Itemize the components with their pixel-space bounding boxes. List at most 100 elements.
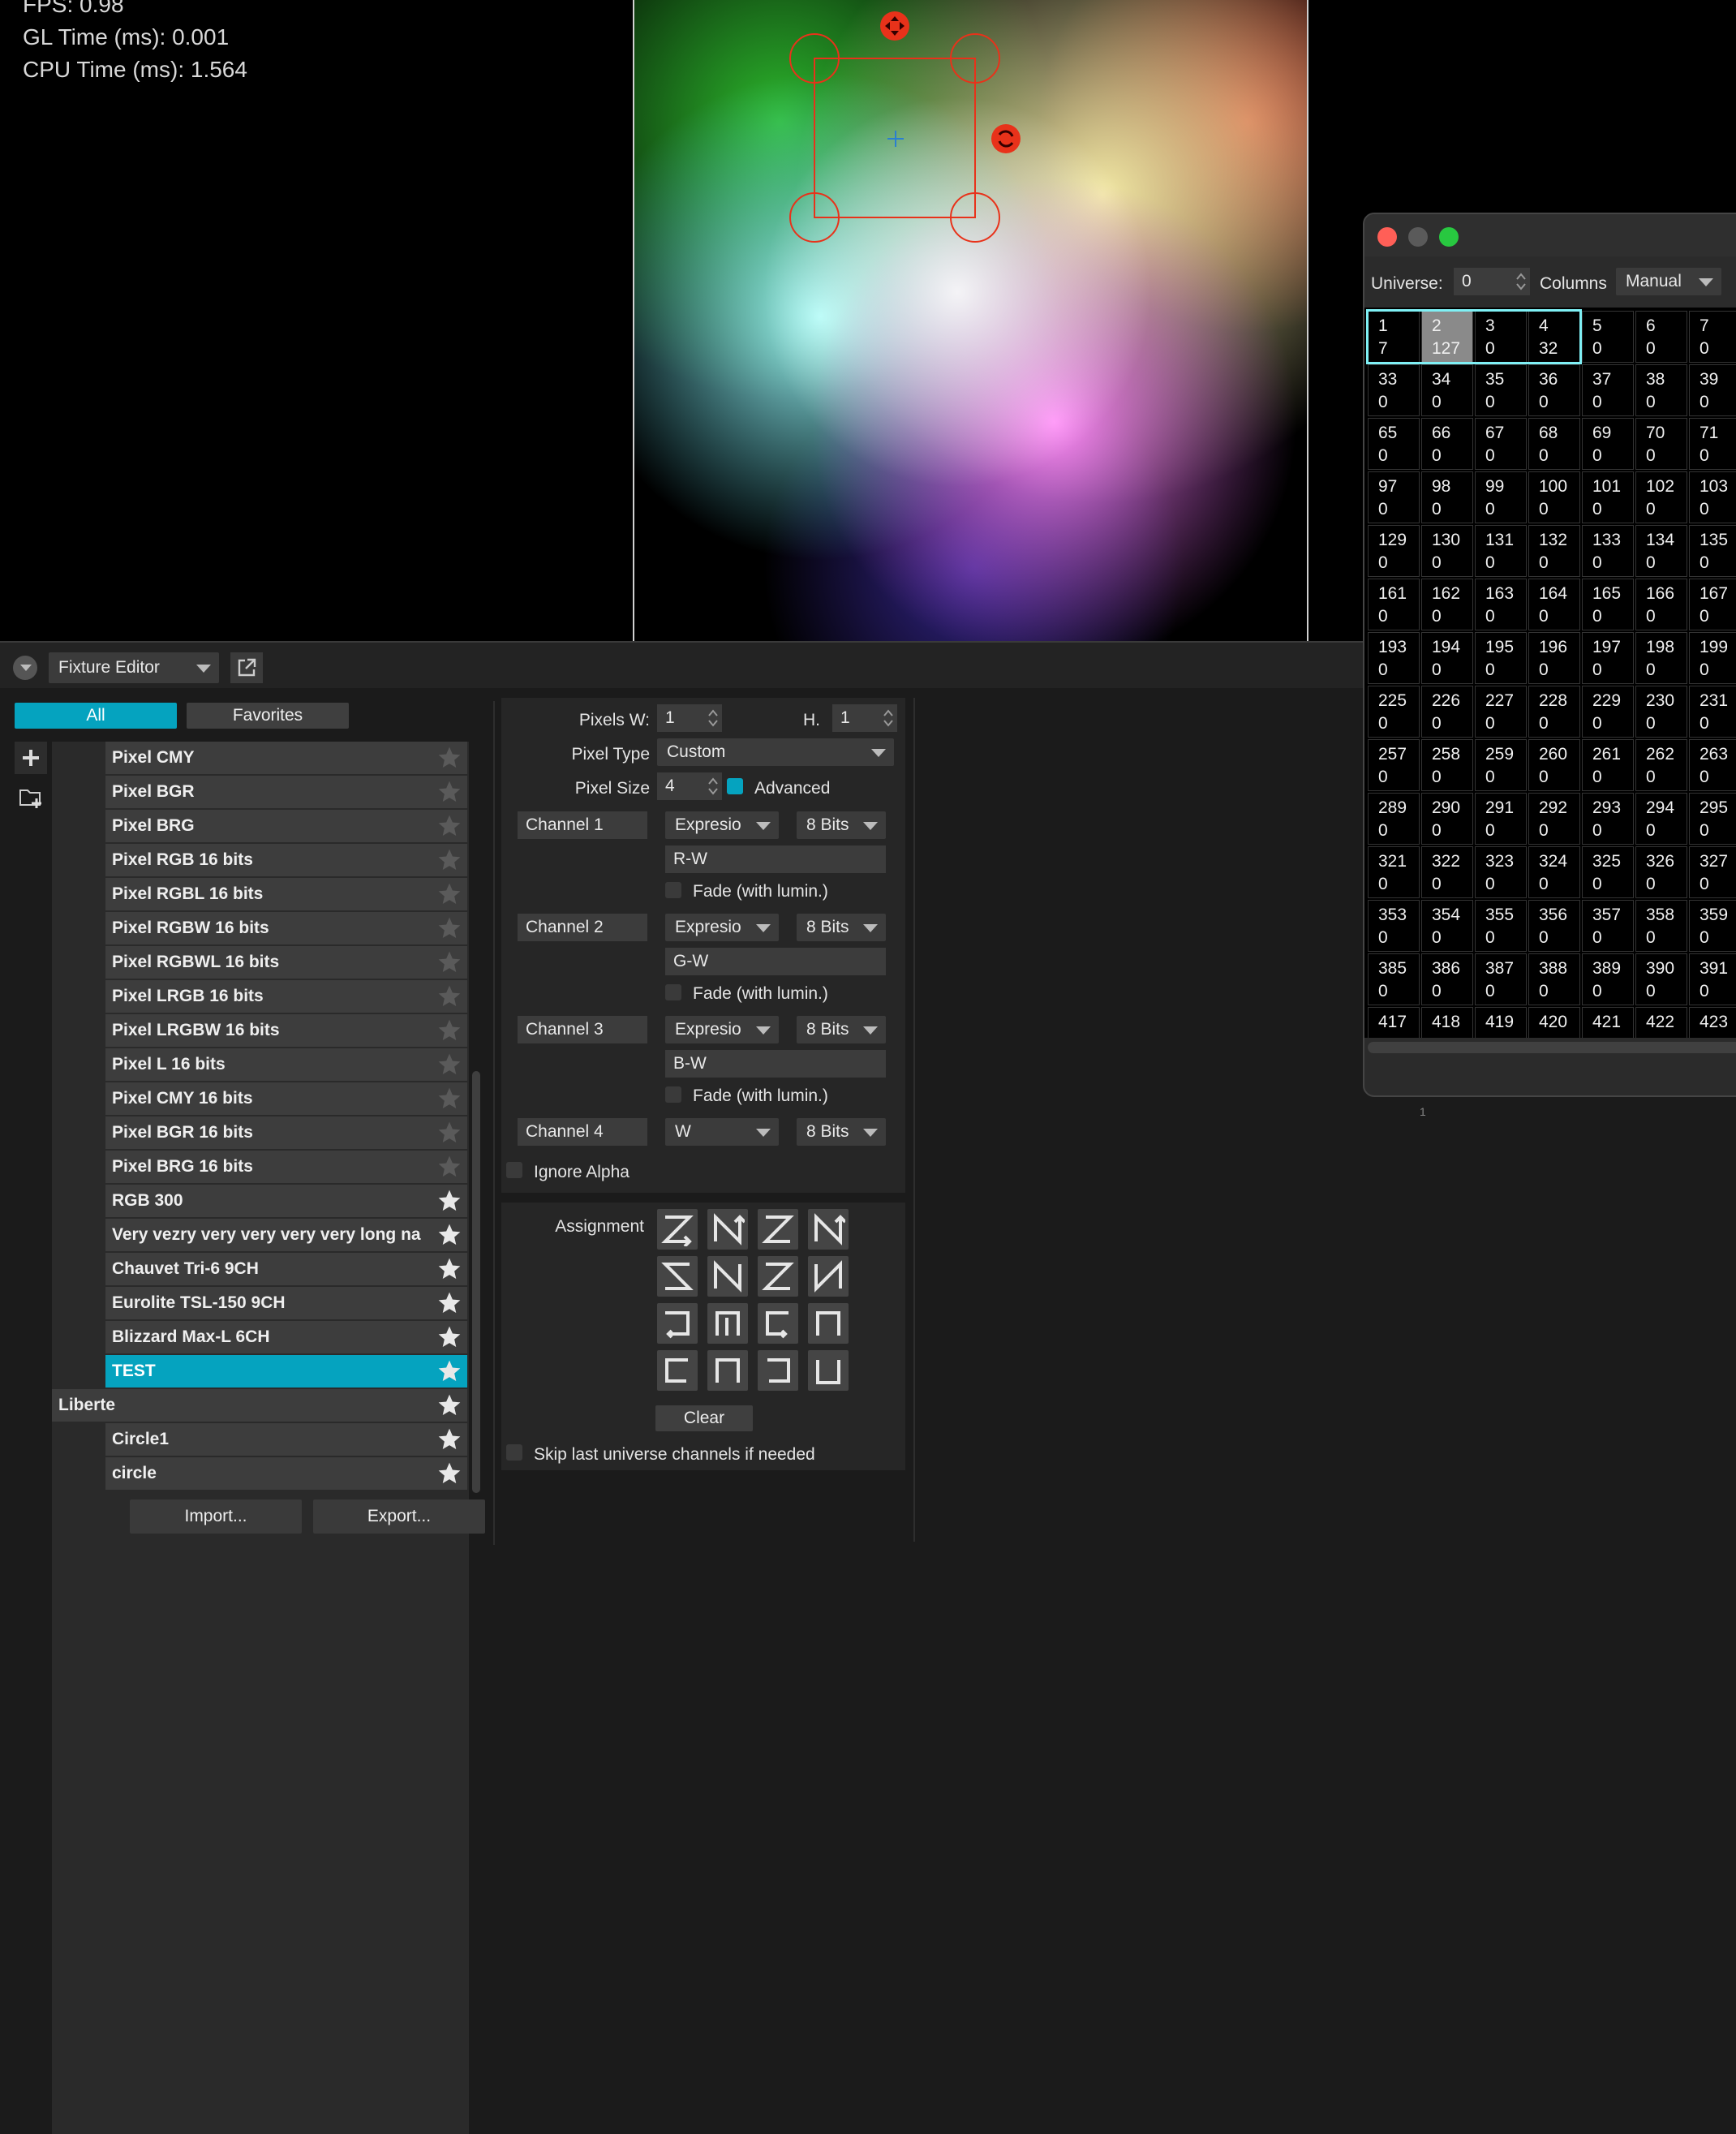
- dmx-channel-cell[interactable]: 166 0: [1635, 579, 1687, 630]
- channel-mode-select[interactable]: Expresio: [665, 811, 779, 839]
- dmx-channel-cell[interactable]: 195 0: [1475, 632, 1527, 684]
- tab-all[interactable]: All: [15, 703, 177, 729]
- dmx-channel-cell[interactable]: 261 0: [1582, 739, 1634, 791]
- dmx-channel-cell[interactable]: 194 0: [1421, 632, 1473, 684]
- add-fixture-icon[interactable]: [15, 742, 47, 774]
- dmx-channel-cell[interactable]: 2 127: [1421, 311, 1473, 363]
- export-button[interactable]: Export...: [313, 1499, 485, 1534]
- external-window-icon[interactable]: [230, 652, 263, 683]
- assign-loop-right-icon[interactable]: [758, 1350, 798, 1391]
- dmx-channel-cell[interactable]: 225 0: [1368, 686, 1420, 738]
- fade-checkbox[interactable]: [665, 882, 681, 898]
- dmx-channel-cell[interactable]: 65 0: [1368, 418, 1420, 470]
- editor-select[interactable]: Fixture Editor: [49, 652, 219, 683]
- favorite-star-icon[interactable]: [436, 1256, 462, 1282]
- assign-n-up-icon[interactable]: [707, 1209, 748, 1250]
- assign-snake-right-icon[interactable]: [657, 1303, 698, 1344]
- dmx-channel-cell[interactable]: 193 0: [1368, 632, 1420, 684]
- dmx-channel-cell[interactable]: 353 0: [1368, 900, 1420, 952]
- channel-mode-select[interactable]: Expresio: [665, 1016, 779, 1043]
- dmx-channel-cell[interactable]: 67 0: [1475, 418, 1527, 470]
- dmx-channel-cell[interactable]: 161 0: [1368, 579, 1420, 630]
- close-window-icon[interactable]: [1377, 227, 1397, 247]
- import-button[interactable]: Import...: [130, 1499, 302, 1534]
- dmx-channel-cell[interactable]: 291 0: [1475, 793, 1527, 845]
- dmx-channel-cell[interactable]: 38 0: [1635, 364, 1687, 416]
- dmx-channel-cell[interactable]: 258 0: [1421, 739, 1473, 791]
- dmx-channel-cell[interactable]: 322 0: [1421, 846, 1473, 898]
- list-item[interactable]: Pixel RGBW 16 bits: [105, 912, 467, 944]
- add-folder-icon[interactable]: [15, 781, 47, 813]
- favorite-star-icon[interactable]: [436, 779, 462, 805]
- skip-channels-checkbox[interactable]: [506, 1444, 522, 1461]
- fade-checkbox[interactable]: [665, 1086, 681, 1103]
- dmx-channel-cell[interactable]: 387 0: [1475, 953, 1527, 1005]
- dmx-channel-cell[interactable]: 323 0: [1475, 846, 1527, 898]
- dmx-channel-cell[interactable]: 36 0: [1528, 364, 1580, 416]
- dmx-channel-cell[interactable]: 295 0: [1689, 793, 1736, 845]
- dmx-channel-cell[interactable]: 388 0: [1528, 953, 1580, 1005]
- list-item[interactable]: Pixel BRG: [105, 810, 467, 842]
- channel-expression-input[interactable]: G-W: [665, 948, 886, 975]
- dmx-channel-cell[interactable]: 359 0: [1689, 900, 1736, 952]
- channel-name-field[interactable]: Channel 2: [518, 914, 647, 941]
- dmx-channel-cell[interactable]: 354 0: [1421, 900, 1473, 952]
- pixels-h-input[interactable]: 1: [832, 704, 897, 732]
- dmx-channel-cell[interactable]: 231 0: [1689, 686, 1736, 738]
- favorite-star-icon[interactable]: [436, 1086, 462, 1112]
- dmx-channel-cell[interactable]: 326 0: [1635, 846, 1687, 898]
- dmx-channel-cell[interactable]: 133 0: [1582, 525, 1634, 577]
- dmx-channel-cell[interactable]: 385 0: [1368, 953, 1420, 1005]
- favorite-star-icon[interactable]: [436, 745, 462, 771]
- list-item[interactable]: Pixel LRGBW 16 bits: [105, 1014, 467, 1047]
- dmx-channel-cell[interactable]: 422 0: [1635, 1007, 1687, 1038]
- dmx-channel-cell[interactable]: 196 0: [1528, 632, 1580, 684]
- pixels-w-input[interactable]: 1: [657, 704, 722, 732]
- dmx-channel-cell[interactable]: 199 0: [1689, 632, 1736, 684]
- assign-snake-up-icon[interactable]: [707, 1303, 748, 1344]
- dmx-channel-cell[interactable]: 259 0: [1475, 739, 1527, 791]
- dmx-channel-cell[interactable]: 230 0: [1635, 686, 1687, 738]
- list-item[interactable]: Pixel BRG 16 bits: [105, 1151, 467, 1183]
- list-item[interactable]: RGB 300: [105, 1185, 467, 1217]
- dmx-channel-cell[interactable]: 129 0: [1368, 525, 1420, 577]
- dmx-channel-cell[interactable]: 228 0: [1528, 686, 1580, 738]
- dmx-channel-cell[interactable]: 292 0: [1528, 793, 1580, 845]
- advanced-checkbox[interactable]: [727, 778, 743, 794]
- dmx-channel-cell[interactable]: 39 0: [1689, 364, 1736, 416]
- stepper-icon[interactable]: [883, 708, 894, 729]
- channel-name-field[interactable]: Channel 1: [518, 811, 647, 839]
- assign-z-left-icon[interactable]: [758, 1209, 798, 1250]
- columns-select[interactable]: Manual: [1616, 268, 1721, 295]
- favorite-star-icon[interactable]: [436, 881, 462, 907]
- dmx-channel-cell[interactable]: 263 0: [1689, 739, 1736, 791]
- channel-bits-select[interactable]: 8 Bits: [797, 914, 886, 941]
- dmx-channel-cell[interactable]: 70 0: [1635, 418, 1687, 470]
- favorite-star-icon[interactable]: [436, 1154, 462, 1180]
- favorite-star-icon[interactable]: [436, 1222, 462, 1248]
- assign-loop-up-icon[interactable]: [707, 1350, 748, 1391]
- dmx-channel-cell[interactable]: 71 0: [1689, 418, 1736, 470]
- channel-mode-select[interactable]: Expresio: [665, 914, 779, 941]
- move-handle-icon[interactable]: [880, 11, 909, 41]
- grid-scrollbar[interactable]: [1368, 1042, 1736, 1053]
- list-item[interactable]: Pixel LRGB 16 bits: [105, 980, 467, 1013]
- dmx-channel-cell[interactable]: 355 0: [1475, 900, 1527, 952]
- dmx-channel-cell[interactable]: 389 0: [1582, 953, 1634, 1005]
- dmx-channel-cell[interactable]: 97 0: [1368, 471, 1420, 523]
- channel-mode-select[interactable]: W: [665, 1118, 779, 1146]
- assign-n-mirror-icon[interactable]: [707, 1256, 748, 1297]
- dmx-channel-cell[interactable]: 226 0: [1421, 686, 1473, 738]
- list-item[interactable]: Pixel BGR: [105, 776, 467, 808]
- dmx-channel-cell[interactable]: 358 0: [1635, 900, 1687, 952]
- favorite-star-icon[interactable]: [436, 1392, 462, 1418]
- list-item[interactable]: TEST: [105, 1355, 467, 1388]
- dmx-channel-cell[interactable]: 289 0: [1368, 793, 1420, 845]
- dmx-channel-cell[interactable]: 101 0: [1582, 471, 1634, 523]
- channel-bits-select[interactable]: 8 Bits: [797, 1016, 886, 1043]
- dmx-channel-cell[interactable]: 290 0: [1421, 793, 1473, 845]
- dmx-channel-cell[interactable]: 417 0: [1368, 1007, 1420, 1038]
- list-item[interactable]: Very vezry very very very very long na: [105, 1219, 467, 1251]
- assign-loop-down-icon[interactable]: [808, 1350, 849, 1391]
- assign-n-rev-icon[interactable]: [808, 1256, 849, 1297]
